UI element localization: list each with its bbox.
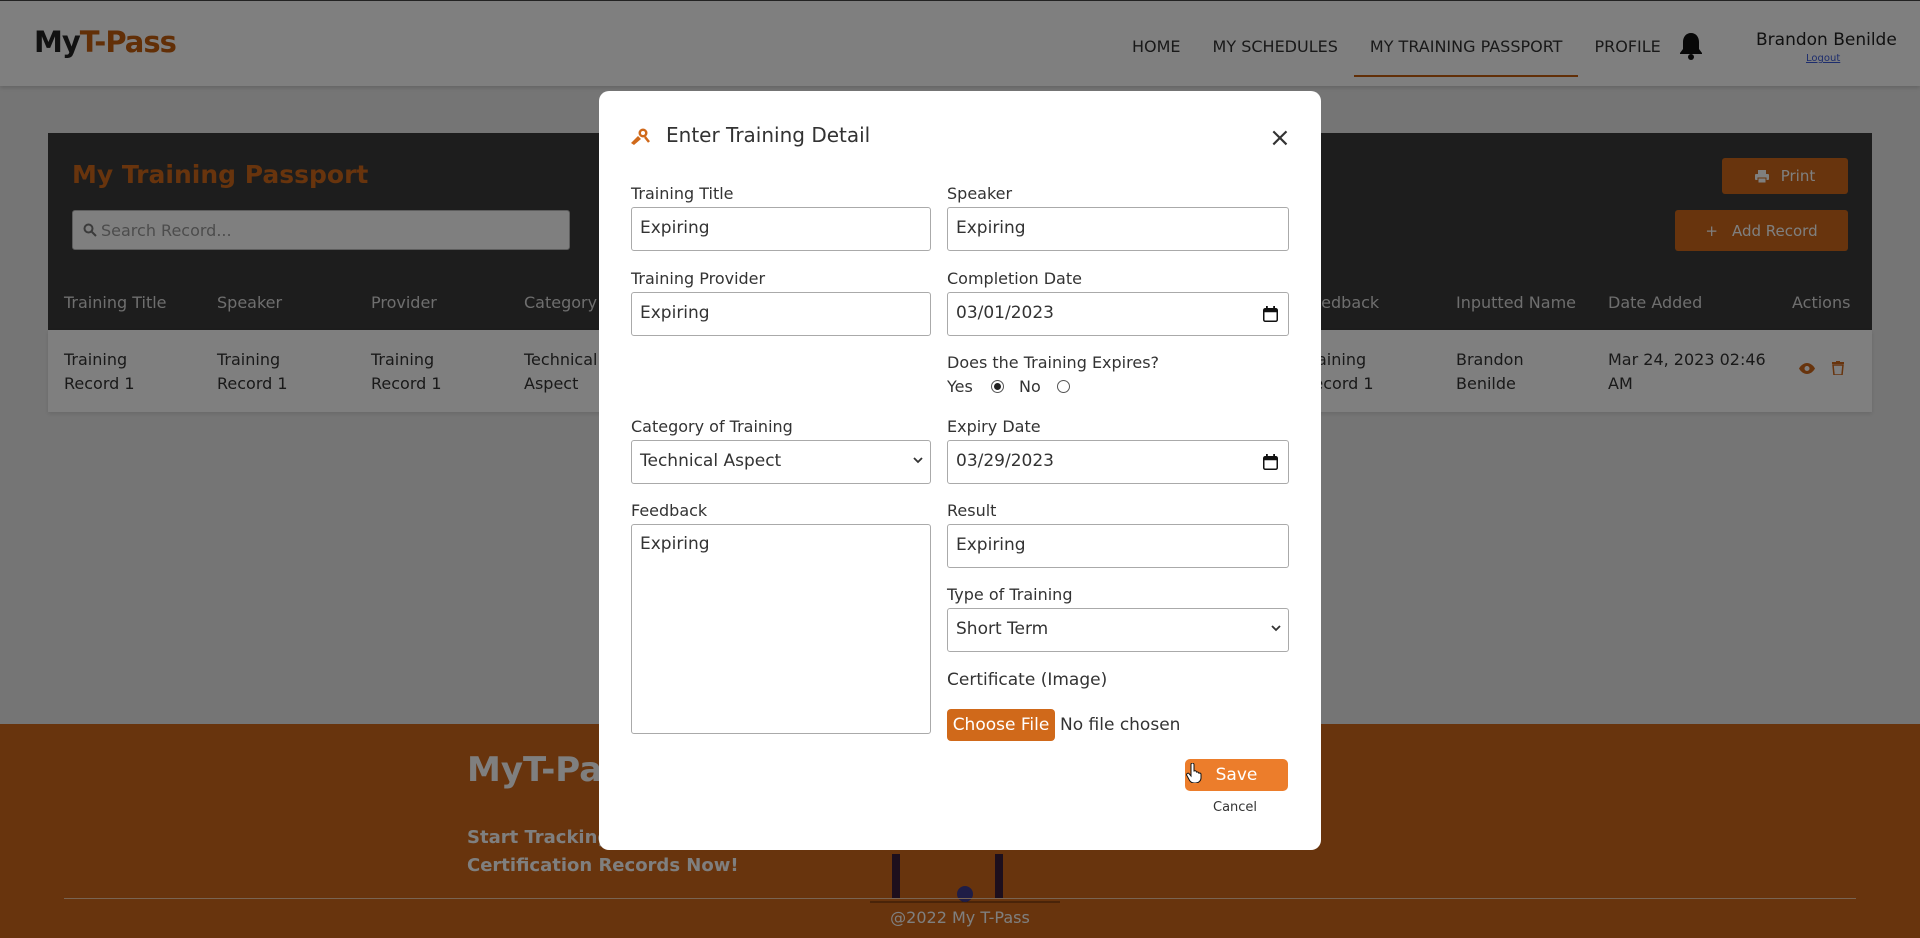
cancel-button[interactable]: Cancel	[1213, 800, 1257, 815]
completion-date-input[interactable]: 03/01/2023	[947, 292, 1289, 336]
calendar-icon[interactable]	[1263, 454, 1278, 470]
feedback-label: Feedback	[631, 501, 708, 520]
chevron-down-icon	[1271, 625, 1281, 632]
category-value: Technical Aspect	[640, 451, 782, 471]
result-input[interactable]: Expiring	[947, 524, 1289, 568]
category-label: Category of Training	[631, 417, 793, 436]
type-select[interactable]: Short Term	[947, 608, 1289, 652]
chevron-down-icon	[913, 457, 923, 464]
type-value: Short Term	[956, 619, 1049, 639]
result-label: Result	[947, 501, 997, 520]
expiry-date-label: Expiry Date	[947, 417, 1041, 436]
calendar-icon[interactable]	[1263, 306, 1278, 322]
training-detail-modal: Enter Training Detail × Training Title E…	[599, 91, 1321, 850]
expiry-date-input[interactable]: 03/29/2023	[947, 440, 1289, 484]
certificate-label: Certificate (Image)	[947, 670, 1108, 690]
category-select[interactable]: Technical Aspect	[631, 440, 931, 484]
expires-no-radio[interactable]	[1057, 380, 1070, 393]
training-icon	[631, 128, 650, 145]
file-status: No file chosen	[1060, 715, 1181, 735]
expires-question-label: Does the Training Expires?	[947, 353, 1160, 372]
training-provider-label: Training Provider	[631, 269, 766, 288]
expires-yes-label: Yes	[947, 377, 973, 396]
choose-file-button[interactable]: Choose File	[947, 709, 1055, 741]
hand-cursor-icon	[1186, 763, 1202, 783]
close-icon[interactable]: ×	[1269, 125, 1291, 151]
expires-no-label: No	[1019, 377, 1041, 396]
speaker-label: Speaker	[947, 184, 1013, 203]
type-label: Type of Training	[947, 585, 1073, 604]
training-title-label: Training Title	[631, 184, 734, 203]
training-provider-input[interactable]: Expiring	[631, 292, 931, 336]
completion-date-label: Completion Date	[947, 269, 1082, 288]
modal-title: Enter Training Detail	[666, 123, 871, 147]
speaker-input[interactable]: Expiring	[947, 207, 1289, 251]
training-title-input[interactable]: Expiring	[631, 207, 931, 251]
feedback-textarea[interactable]: Expiring	[631, 524, 931, 734]
expires-yes-radio[interactable]	[991, 380, 1004, 393]
expiry-date-value: 03/29/2023	[956, 451, 1054, 471]
completion-date-value: 03/01/2023	[956, 303, 1054, 323]
